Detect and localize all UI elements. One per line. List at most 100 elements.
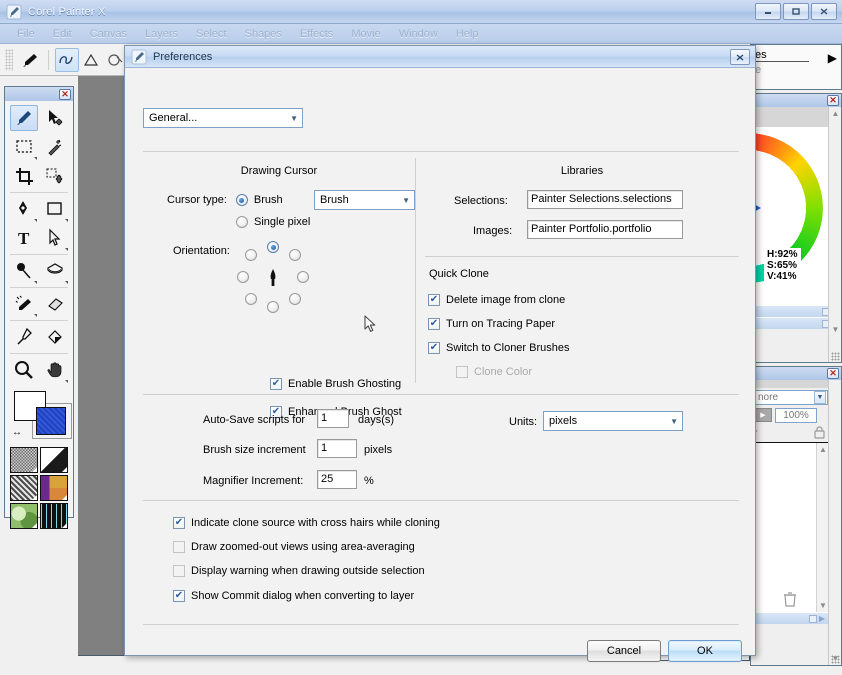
draw-zoomed-out-views-row[interactable]: Draw zoomed-out views using area-averagi…	[173, 541, 415, 553]
opacity-slider-handle[interactable]: ▶	[754, 408, 772, 422]
brush-tool[interactable]	[9, 105, 38, 131]
fill-tool[interactable]	[41, 324, 69, 350]
tool-flyout-arrow[interactable]	[33, 219, 37, 222]
cursor-type-single-pixel-radio[interactable]	[236, 216, 248, 228]
rectangular-selection-tool[interactable]	[10, 134, 38, 160]
eraser-tool[interactable]	[41, 291, 69, 317]
orientation-radio-e[interactable]	[297, 271, 309, 283]
tool-flyout-arrow[interactable]	[64, 281, 68, 284]
grabber-tool[interactable]	[41, 357, 69, 383]
layer-list[interactable]: ▲ ▼	[751, 442, 828, 612]
close-button[interactable]	[811, 3, 837, 20]
trash-icon[interactable]	[782, 591, 798, 611]
tools-palette-header[interactable]: ✕	[5, 87, 73, 101]
paper-selector[interactable]	[10, 447, 38, 473]
dropper-tool[interactable]	[10, 258, 38, 284]
tool-flyout-arrow[interactable]	[64, 219, 68, 222]
layer-list-scrollbar[interactable]: ▲ ▼	[816, 443, 828, 612]
orientation-radio-s[interactable]	[267, 301, 279, 313]
close-icon[interactable]: ✕	[59, 88, 71, 100]
ok-button[interactable]: OK	[668, 640, 742, 662]
delete-image-from-clone-checkbox[interactable]	[428, 294, 440, 306]
colors-panel-scrollbar[interactable]: ▲ ▼	[828, 107, 841, 362]
menu-movie[interactable]: Movie	[342, 26, 389, 42]
chevron-down-icon[interactable]: ▼	[814, 390, 826, 404]
panel-expand-arrow-icon[interactable]: ▶	[828, 51, 837, 65]
turn-on-tracing-paper-checkbox[interactable]	[428, 318, 440, 330]
enable-brush-ghosting-checkbox[interactable]	[270, 378, 282, 390]
stroke-style-icon[interactable]	[79, 48, 103, 72]
tool-flyout-arrow[interactable]	[33, 314, 37, 317]
selection-adjuster-tool[interactable]	[41, 163, 69, 189]
nozzle-selector[interactable]	[10, 503, 38, 529]
enable-brush-ghosting-row[interactable]: Enable Brush Ghosting	[270, 378, 401, 390]
close-icon[interactable]	[730, 49, 750, 65]
selections-library-field[interactable]: Painter Selections.selections	[527, 190, 683, 209]
menu-canvas[interactable]: Canvas	[81, 26, 136, 42]
panel-arrow-icon[interactable]: ▶	[819, 614, 825, 623]
auto-save-input[interactable]: 1	[317, 409, 349, 428]
switch-to-cloner-brushes-row[interactable]: Switch to Cloner Brushes	[428, 342, 570, 354]
orientation-radio-n[interactable]	[267, 241, 279, 253]
layers-panel-header[interactable]: ✕	[751, 367, 841, 380]
cursor-type-brush-label[interactable]: Brush	[254, 194, 283, 206]
weave-selector[interactable]	[40, 475, 68, 501]
shape-selection-tool[interactable]	[41, 225, 69, 251]
display-warning-row[interactable]: Display warning when drawing outside sel…	[173, 565, 425, 577]
preferences-category-select[interactable]: General... ▼	[143, 108, 303, 128]
cancel-button[interactable]: Cancel	[587, 640, 661, 662]
menu-window[interactable]: Window	[390, 26, 447, 42]
show-commit-dialog-row[interactable]: Show Commit dialog when converting to la…	[173, 590, 414, 602]
close-icon[interactable]: ✕	[827, 95, 839, 106]
tool-flyout-arrow[interactable]	[33, 281, 37, 284]
menu-file[interactable]: File	[8, 26, 44, 42]
swap-colors-icon[interactable]: ↔	[12, 427, 22, 438]
pen-tool[interactable]	[10, 196, 38, 222]
brush-preview-icon[interactable]	[18, 48, 42, 72]
brush-cursor-select[interactable]: Brush ▼	[314, 190, 415, 210]
tool-flyout-arrow[interactable]	[33, 157, 37, 160]
colors-panel-header[interactable]: ✕	[751, 94, 841, 107]
menu-shapes[interactable]: Shapes	[236, 26, 291, 42]
show-commit-dialog-checkbox[interactable]	[173, 590, 185, 602]
delete-image-from-clone-row[interactable]: Delete image from clone	[428, 294, 565, 306]
scroll-up-icon[interactable]: ▲	[829, 107, 842, 120]
brush-variant-label[interactable]: e	[753, 64, 839, 76]
preferences-titlebar[interactable]: Preferences	[125, 46, 755, 68]
tool-flyout-arrow[interactable]	[64, 248, 68, 251]
text-tool[interactable]: T	[10, 225, 38, 251]
minimize-button[interactable]	[755, 3, 781, 20]
look-selector[interactable]	[40, 503, 68, 529]
cursor-type-single-pixel-label[interactable]: Single pixel	[254, 216, 310, 228]
pattern-selector[interactable]	[10, 475, 38, 501]
color-picker-tool[interactable]	[10, 324, 38, 350]
lock-icon[interactable]	[812, 425, 828, 441]
layers-panel-scrollbar[interactable]: ▼	[828, 380, 841, 665]
brush-size-increment-input[interactable]: 1	[317, 439, 357, 458]
scroll-down-icon[interactable]: ▼	[829, 323, 842, 336]
orientation-radio-se[interactable]	[289, 293, 301, 305]
indicate-clone-source-row[interactable]: Indicate clone source with cross hairs w…	[173, 517, 440, 529]
menu-select[interactable]: Select	[187, 26, 236, 42]
maximize-button[interactable]	[783, 3, 809, 20]
orientation-radio-nw[interactable]	[245, 249, 257, 261]
display-warning-checkbox[interactable]	[173, 565, 185, 577]
images-library-field[interactable]: Painter Portfolio.portfolio	[527, 220, 683, 239]
switch-to-cloner-brushes-checkbox[interactable]	[428, 342, 440, 354]
panel-menu-icon[interactable]	[808, 614, 817, 623]
tool-flyout-arrow[interactable]	[64, 380, 68, 383]
menu-effects[interactable]: Effects	[291, 26, 342, 42]
color-selector[interactable]: ↔	[10, 387, 72, 445]
orientation-radio-sw[interactable]	[245, 293, 257, 305]
draw-zoomed-out-views-checkbox[interactable]	[173, 541, 185, 553]
close-icon[interactable]: ✕	[827, 368, 839, 379]
layer-adjuster-tool[interactable]	[41, 105, 69, 131]
cursor-type-brush-radio[interactable]	[235, 194, 248, 206]
channels-panel-bar[interactable]: ▶	[751, 612, 828, 624]
turn-on-tracing-paper-row[interactable]: Turn on Tracing Paper	[428, 318, 555, 330]
paint-bucket-tool[interactable]	[41, 258, 69, 284]
magic-wand-tool[interactable]	[41, 134, 69, 160]
magnifier-increment-input[interactable]: 25	[317, 470, 357, 489]
orientation-radio-w[interactable]	[237, 271, 249, 283]
menu-edit[interactable]: Edit	[44, 26, 81, 42]
